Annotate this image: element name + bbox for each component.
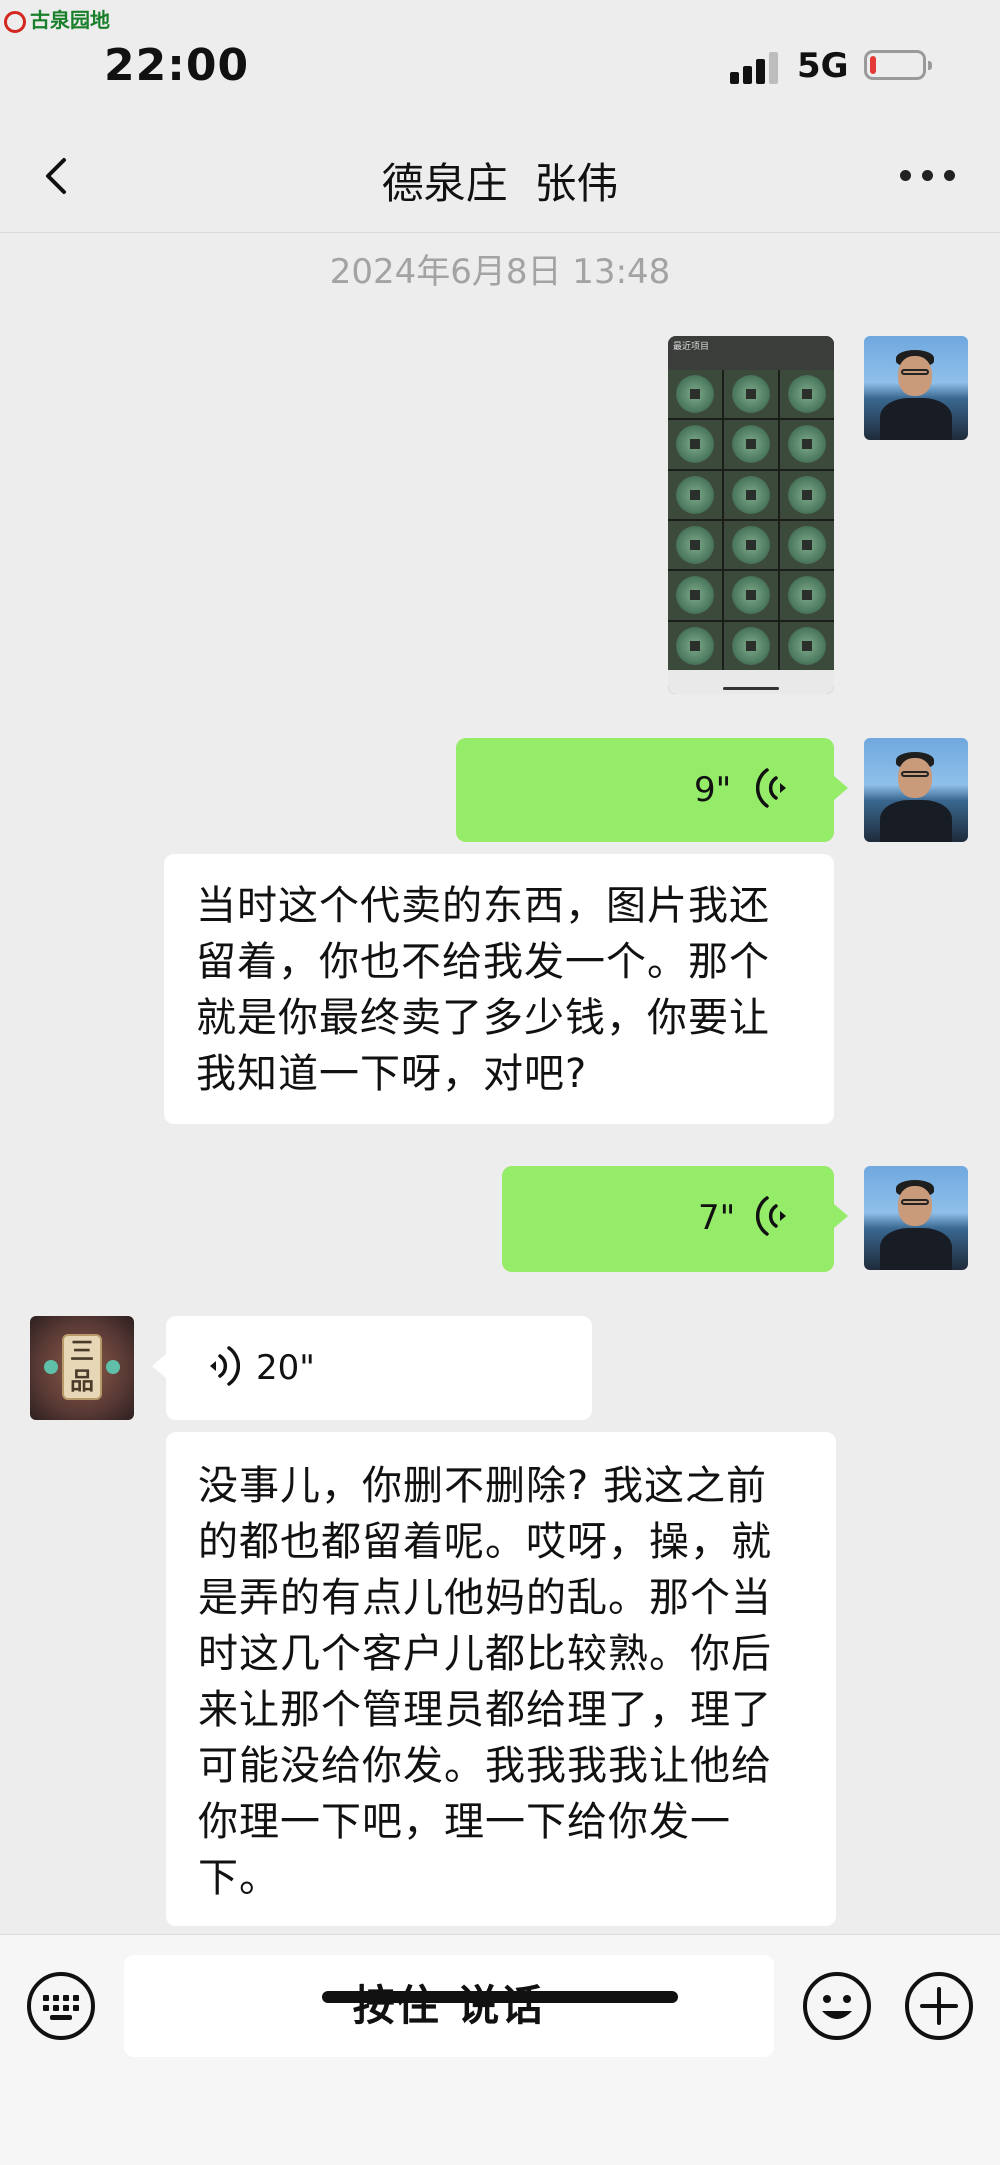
message-text: 当时这个代卖的东西，图片我还 留着，你也不给我发一个。那个 就是你最终卖了多少钱… [196, 883, 770, 1097]
image-thumbnail-header: 最近项目 [668, 336, 834, 370]
voice-duration: 20" [256, 1348, 315, 1388]
voice-wave-icon [756, 1196, 786, 1236]
voice-message-bubble[interactable]: 9" [456, 738, 848, 842]
voice-message-bubble[interactable]: 20" [152, 1316, 592, 1420]
chat-input-bar: 按住 说话 [0, 1934, 1000, 2165]
voice-message-bubble[interactable]: 7" [502, 1166, 848, 1272]
message-text: 没事儿，你删不删除? 我这之前 的都也都留着呢。哎呀，操，就 是弄的有点儿他妈的… [198, 1463, 772, 1901]
more-options-icon[interactable] [900, 170, 956, 184]
avatar-tile-text: 三品 [62, 1334, 102, 1400]
signal-strength-icon [730, 50, 782, 84]
message-timestamp: 2024年6月8日 13:48 [329, 252, 671, 292]
status-bar: 古泉园地 22:00 5G [0, 0, 1000, 120]
image-message[interactable]: 最近项目 [668, 336, 834, 694]
voice-duration: 9" [694, 770, 732, 810]
chat-title: 德泉庄 张伟 [381, 159, 619, 208]
home-indicator[interactable] [322, 1991, 678, 2003]
status-time: 22:00 [104, 40, 250, 91]
image-thumbnail-tabbar [668, 670, 834, 694]
watermark: 古泉园地 [4, 4, 110, 33]
voice-wave-icon [756, 768, 786, 808]
plus-more-icon[interactable] [904, 1971, 974, 2041]
battery-icon [864, 50, 932, 80]
text-message-bubble[interactable]: 当时这个代卖的东西，图片我还 留着，你也不给我发一个。那个 就是你最终卖了多少钱… [164, 854, 834, 1124]
text-message-bubble[interactable]: 没事儿，你删不删除? 我这之前 的都也都留着呢。哎呀，操，就 是弄的有点儿他妈的… [166, 1432, 836, 1926]
hold-to-talk-button[interactable]: 按住 说话 [124, 1955, 774, 2057]
coin-photo-grid [668, 370, 834, 670]
voice-wave-icon [210, 1346, 240, 1386]
watermark-logo-icon [4, 10, 26, 33]
network-type: 5G [797, 46, 849, 86]
my-avatar[interactable] [864, 1166, 968, 1270]
watermark-text: 古泉园地 [30, 8, 110, 32]
battery-level [870, 56, 876, 74]
my-avatar[interactable] [864, 738, 968, 842]
emoji-icon[interactable] [802, 1971, 872, 2041]
keyboard-icon[interactable] [26, 1971, 96, 2041]
contact-avatar[interactable]: 三品 [30, 1316, 134, 1420]
chat-header: 德泉庄 张伟 [0, 120, 1000, 233]
my-avatar[interactable] [864, 336, 968, 440]
voice-duration: 7" [698, 1198, 736, 1238]
